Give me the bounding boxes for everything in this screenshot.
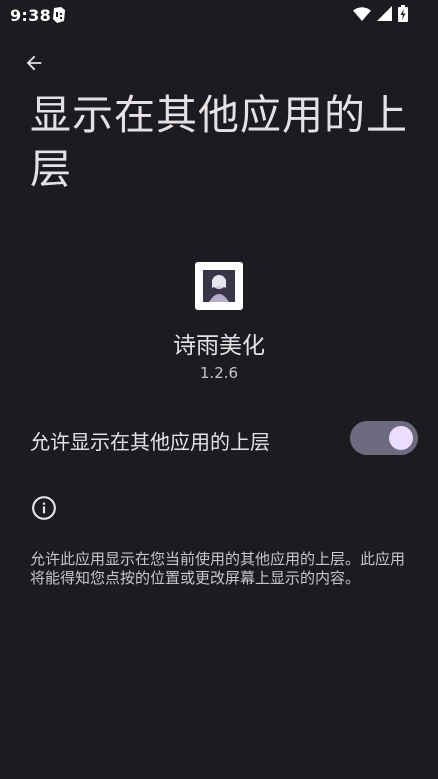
- cellular-signal-icon: [377, 5, 392, 25]
- permission-description: 允许此应用显示在您当前使用的其他应用的上层。此应用将能得知您点按的位置或更改屏幕…: [30, 550, 406, 587]
- page-title: 显示在其他应用的上层: [30, 91, 408, 193]
- status-bar: 9:38: [0, 0, 438, 30]
- app-version: 1.2.6: [199, 364, 239, 382]
- wifi-icon: [353, 6, 371, 25]
- allow-overlay-setting-row[interactable]: 允许显示在其他应用的上层: [0, 410, 438, 466]
- info-icon: [31, 495, 57, 521]
- screen: 9:38 显示在其他应用的上层 诗雨美化 1.2.6 允许显示在其他应用的上层 …: [0, 0, 438, 779]
- status-time: 9:38: [10, 6, 51, 25]
- allow-overlay-label: 允许显示在其他应用的上层: [30, 430, 270, 454]
- status-icons: [353, 4, 408, 26]
- app-icon: [195, 262, 243, 310]
- back-button[interactable]: [18, 47, 50, 79]
- toggle-thumb: [389, 426, 413, 450]
- battery-charging-icon: [398, 4, 408, 26]
- arrow-back-icon: [26, 55, 42, 71]
- gamepad-notification-icon: [51, 6, 67, 24]
- app-name: 诗雨美化: [173, 333, 265, 359]
- allow-overlay-toggle[interactable]: [350, 421, 418, 455]
